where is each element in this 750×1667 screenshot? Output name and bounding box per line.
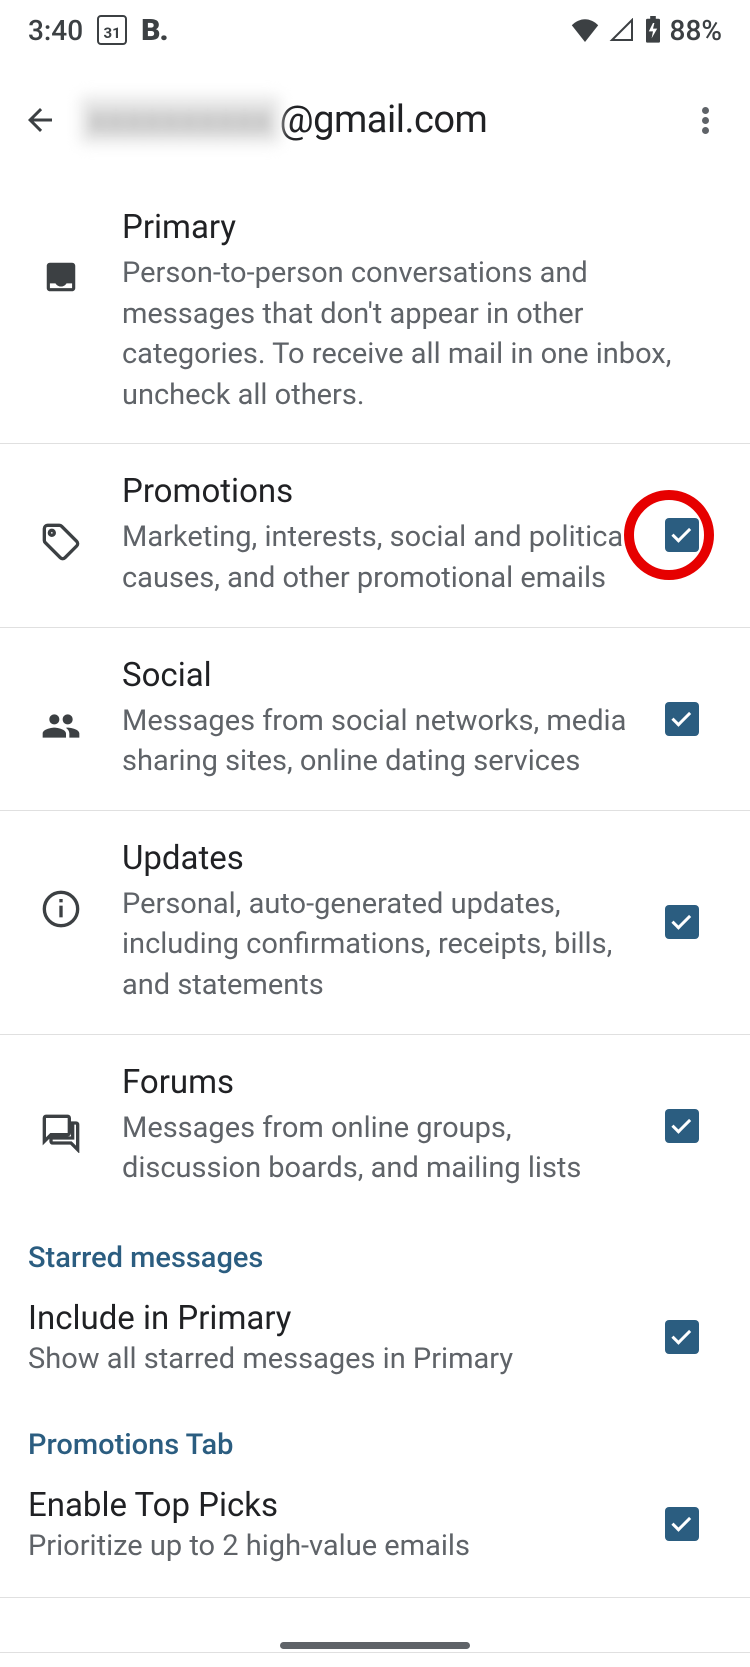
- section-starred: Starred messages: [0, 1217, 750, 1285]
- category-desc: Marketing, interests, social and politic…: [122, 517, 632, 598]
- nav-handle[interactable]: [280, 1642, 470, 1649]
- category-title: Forums: [122, 1063, 632, 1102]
- updates-checkbox[interactable]: [665, 905, 699, 939]
- category-desc: Personal, auto-generated updates, includ…: [122, 884, 632, 1006]
- info-icon: [41, 889, 81, 929]
- category-desc: Messages from online groups, discussion …: [122, 1108, 632, 1189]
- battery-icon: [644, 16, 662, 44]
- forum-icon: [41, 1113, 81, 1153]
- category-social[interactable]: Social Messages from social networks, me…: [0, 627, 750, 810]
- category-desc: Person-to-person conversations and messa…: [122, 253, 692, 415]
- social-checkbox[interactable]: [665, 702, 699, 736]
- app-header: xxxxxxxxxx@gmail.com: [0, 60, 750, 180]
- signal-icon: [608, 18, 636, 42]
- category-primary[interactable]: Primary Person-to-person conversations a…: [0, 180, 750, 443]
- wifi-icon: [570, 18, 600, 42]
- booking-icon: B.: [141, 13, 167, 48]
- status-bar: 3:40 31 B. 88%: [0, 0, 750, 60]
- setting-desc: Show all starred messages in Primary: [28, 1342, 652, 1376]
- setting-desc: Prioritize up to 2 high-value emails: [28, 1529, 652, 1563]
- category-updates[interactable]: Updates Personal, auto-generated updates…: [0, 810, 750, 1034]
- back-button[interactable]: [20, 100, 60, 140]
- category-promotions[interactable]: Promotions Marketing, interests, social …: [0, 443, 750, 626]
- include-primary-checkbox[interactable]: [665, 1320, 699, 1354]
- people-icon: [41, 706, 81, 746]
- promotions-checkbox[interactable]: [665, 518, 699, 552]
- include-in-primary-row[interactable]: Include in Primary Show all starred mess…: [0, 1285, 750, 1404]
- battery-percent: 88%: [670, 14, 722, 47]
- category-title: Social: [122, 656, 632, 695]
- calendar-icon: 31: [97, 15, 127, 45]
- enable-top-picks-row[interactable]: Enable Top Picks Prioritize up to 2 high…: [0, 1472, 750, 1597]
- setting-title: Include in Primary: [28, 1299, 652, 1338]
- section-promotions-tab: Promotions Tab: [0, 1404, 750, 1472]
- overflow-menu-button[interactable]: [680, 95, 730, 145]
- setting-title: Enable Top Picks: [28, 1486, 652, 1525]
- page-title: xxxxxxxxxx@gmail.com: [80, 96, 680, 144]
- top-picks-checkbox[interactable]: [665, 1507, 699, 1541]
- category-forums[interactable]: Forums Messages from online groups, disc…: [0, 1034, 750, 1217]
- category-title: Promotions: [122, 472, 632, 511]
- forums-checkbox[interactable]: [665, 1109, 699, 1143]
- status-time: 3:40: [28, 14, 83, 47]
- category-desc: Messages from social networks, media sha…: [122, 701, 632, 782]
- category-title: Updates: [122, 839, 632, 878]
- tag-icon: [41, 522, 81, 562]
- category-title: Primary: [122, 208, 692, 247]
- inbox-icon: [42, 258, 80, 296]
